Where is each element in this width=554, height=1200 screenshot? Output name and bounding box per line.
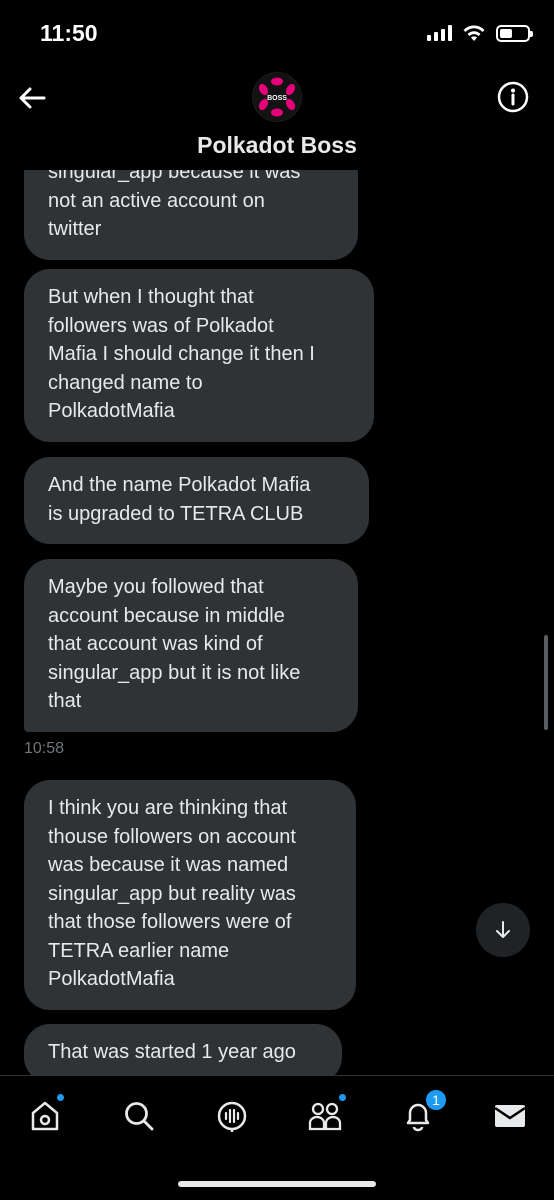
scroll-to-bottom-button[interactable] bbox=[476, 903, 530, 957]
scrollbar[interactable] bbox=[544, 635, 548, 730]
message-line: not an active account on bbox=[48, 189, 265, 212]
home-icon bbox=[31, 1101, 59, 1131]
message-bubble[interactable]: Maybe you followed that account because … bbox=[24, 559, 358, 732]
message-line: twitter bbox=[48, 218, 102, 240]
conversation-info-button[interactable] bbox=[496, 80, 530, 114]
communities-new-dot bbox=[338, 1093, 347, 1102]
conversation-header: BOSS Polkadot Boss bbox=[0, 62, 554, 170]
tab-search[interactable] bbox=[119, 1096, 159, 1136]
battery-icon bbox=[496, 24, 533, 42]
status-time: 11:50 bbox=[40, 20, 98, 46]
status-bar: 11:50 bbox=[0, 0, 554, 62]
arrow-left-icon bbox=[19, 87, 46, 109]
message-line: singular_app but reality was bbox=[48, 882, 296, 905]
message-line: followers was of Polkadot bbox=[48, 314, 274, 337]
message-line: that bbox=[48, 690, 82, 712]
notifications-badge: 1 bbox=[424, 1088, 448, 1112]
message-bubble[interactable]: singular_app because it was not an activ… bbox=[24, 170, 358, 260]
arrow-down-icon bbox=[496, 921, 510, 938]
message-bubble[interactable]: I think you are thinking that thouse fol… bbox=[24, 780, 356, 1010]
tab-home[interactable] bbox=[25, 1093, 65, 1136]
message-bubble[interactable]: And the name Polkadot Mafia is upgraded … bbox=[24, 457, 369, 544]
tab-communities[interactable] bbox=[305, 1093, 347, 1136]
message-line: account because in middle bbox=[48, 604, 285, 627]
message-line: Maybe you followed that bbox=[48, 576, 264, 598]
status-icons bbox=[427, 24, 533, 42]
message-line: is upgraded to TETRA CLUB bbox=[48, 502, 304, 525]
search-icon bbox=[125, 1102, 154, 1131]
message-line: changed name to bbox=[48, 371, 203, 394]
message-line: thouse followers on account bbox=[48, 825, 296, 848]
message-timestamp: 10:58 bbox=[24, 740, 65, 757]
tab-messages[interactable] bbox=[490, 1096, 530, 1136]
spaces-microphone-icon bbox=[217, 1101, 247, 1132]
avatar-text: BOSS bbox=[267, 95, 287, 102]
communities-icon bbox=[308, 1102, 342, 1131]
home-new-dot bbox=[56, 1093, 65, 1102]
message-line: was because it was named bbox=[48, 854, 289, 876]
message-line: PolkadotMafia bbox=[48, 400, 175, 422]
tab-spaces[interactable] bbox=[212, 1096, 252, 1136]
tab-notifications[interactable]: 1 bbox=[398, 1088, 448, 1136]
message-line: But when I thought that bbox=[48, 286, 254, 308]
message-line: That was started 1 year ago bbox=[48, 1041, 296, 1063]
home-indicator[interactable] bbox=[178, 1181, 376, 1187]
info-icon bbox=[497, 81, 529, 113]
message-line: I think you are thinking that bbox=[48, 797, 288, 819]
wifi-icon bbox=[463, 25, 485, 41]
message-line: singular_app but it is not like bbox=[48, 661, 301, 684]
cellular-signal-icon bbox=[427, 25, 452, 41]
back-button[interactable] bbox=[14, 80, 50, 116]
message-line: PolkadotMafia bbox=[48, 968, 175, 990]
conversation-thread[interactable]: singular_app because it was not an activ… bbox=[0, 170, 554, 1075]
message-bubble[interactable]: But when I thought that followers was of… bbox=[24, 269, 374, 442]
message-line: singular_app because it was bbox=[48, 170, 301, 183]
polkadot-logo-icon: BOSS bbox=[253, 73, 301, 121]
message-bubble[interactable]: That was started 1 year ago bbox=[24, 1024, 342, 1075]
mail-icon bbox=[494, 1105, 526, 1127]
message-line: that account was kind of bbox=[48, 633, 263, 655]
message-line: Mafia I should change it then I bbox=[48, 343, 315, 365]
message-line: that those followers were of bbox=[48, 911, 292, 933]
contact-name[interactable]: Polkadot Boss bbox=[0, 132, 554, 159]
contact-avatar[interactable]: BOSS bbox=[250, 70, 304, 124]
message-line: TETRA earlier name bbox=[48, 939, 230, 962]
message-line: And the name Polkadot Mafia bbox=[48, 474, 311, 496]
